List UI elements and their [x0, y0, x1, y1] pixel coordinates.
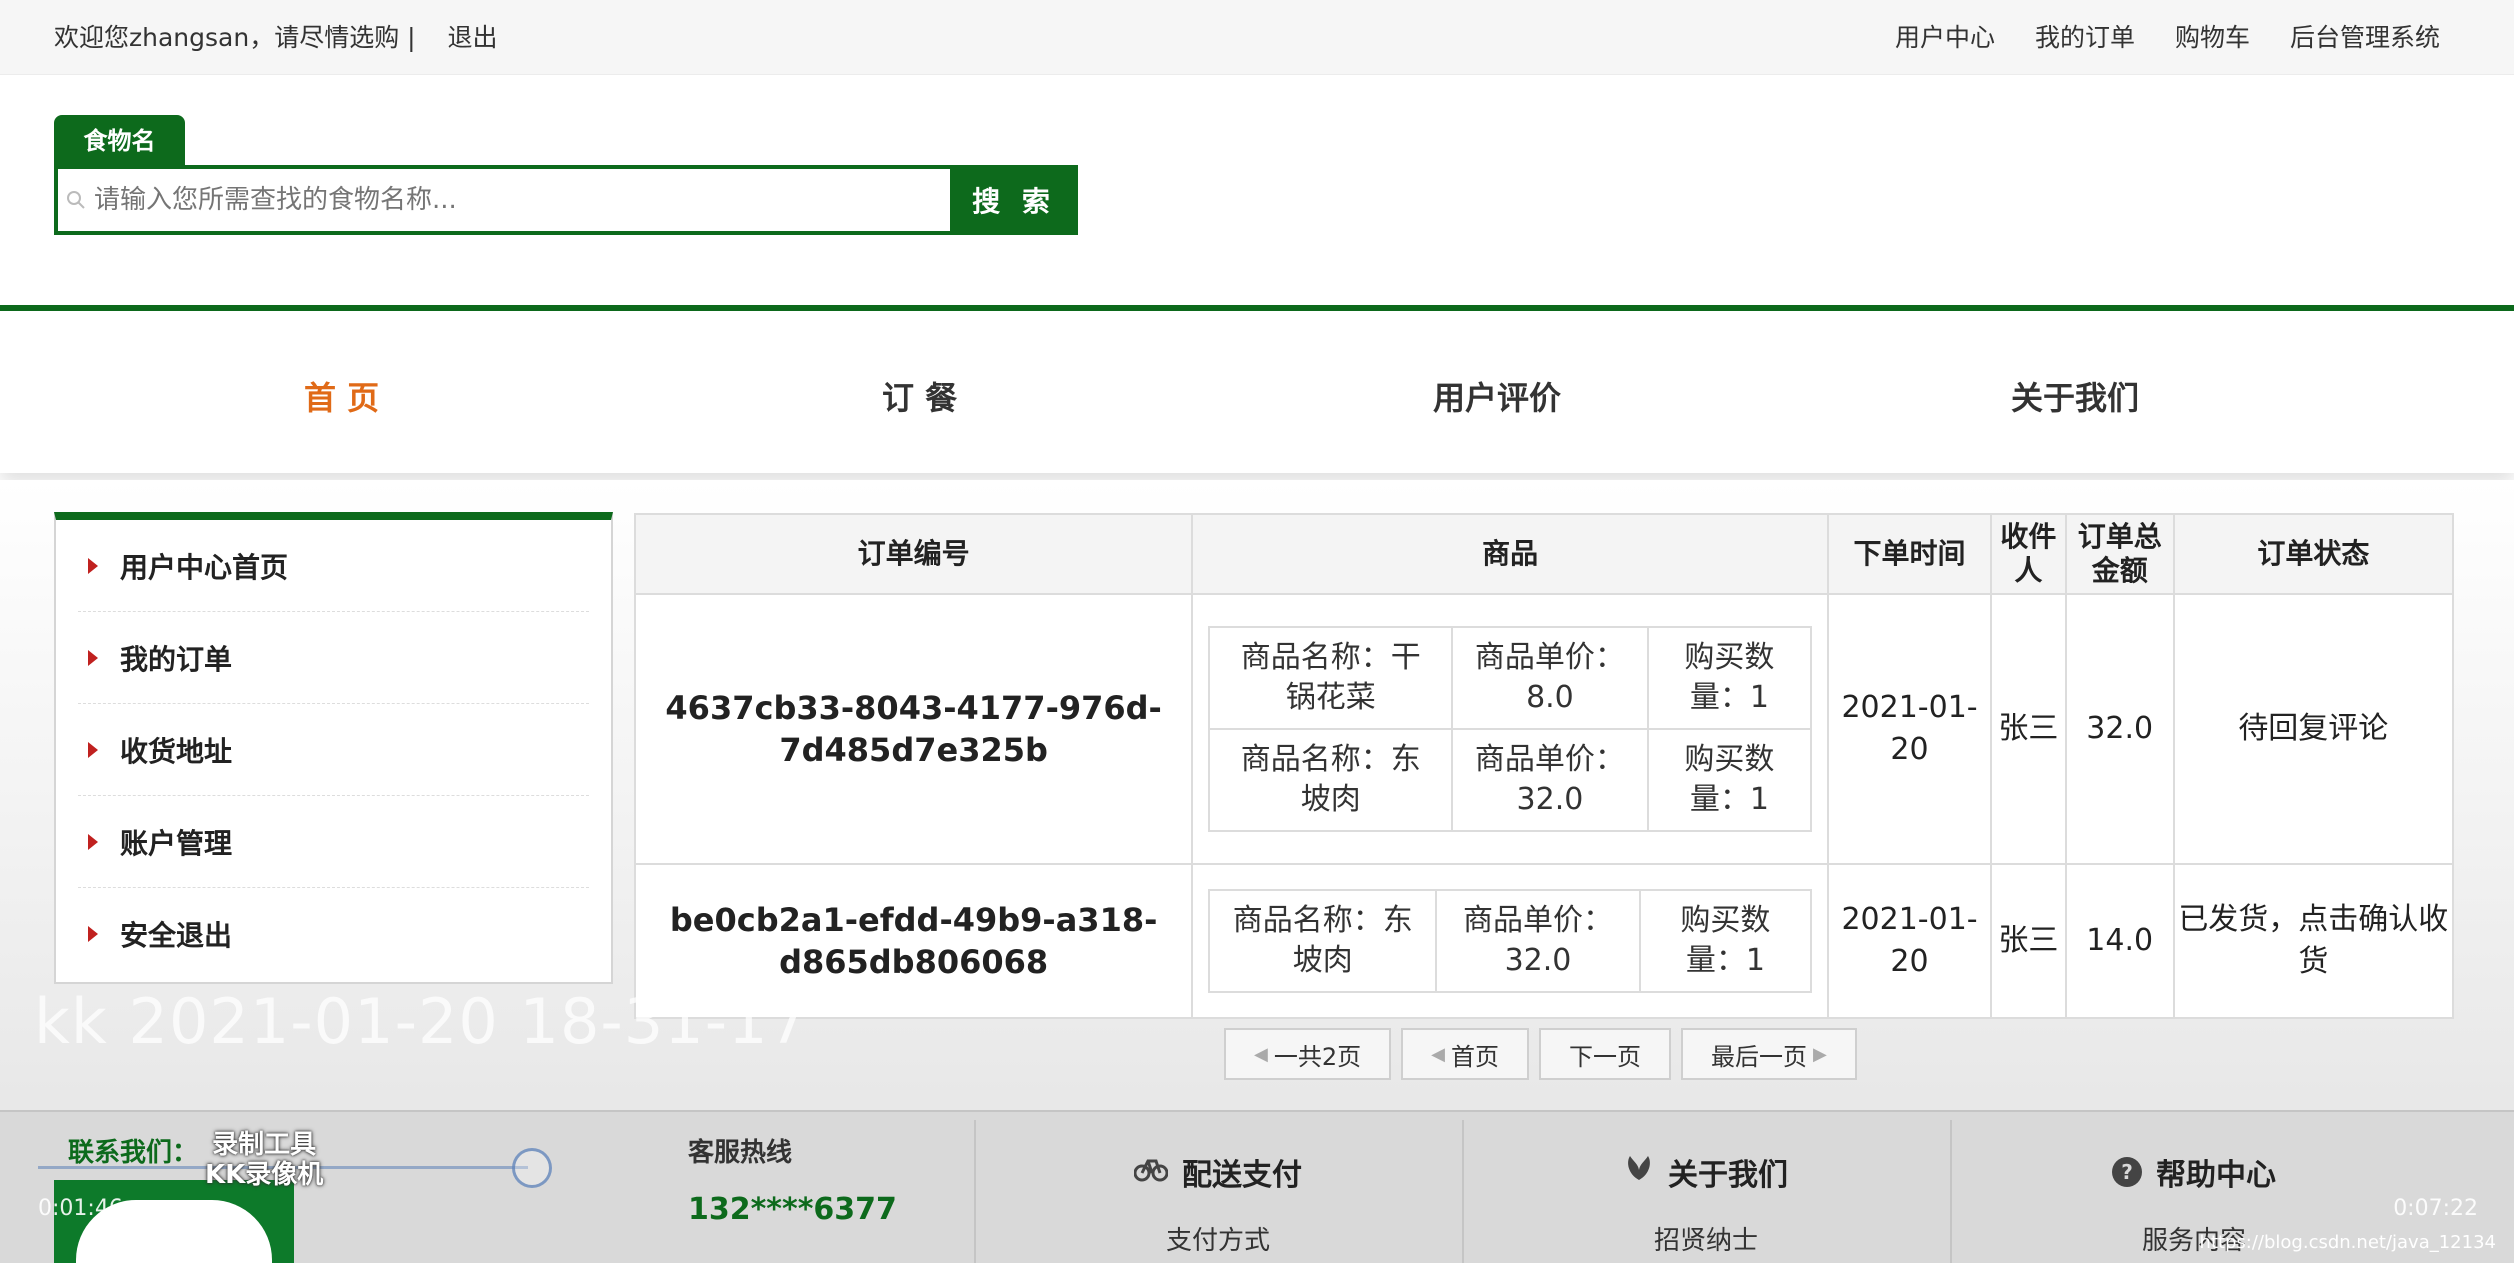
sidebar-item-my-orders[interactable]: 我的订单: [78, 612, 589, 704]
recording-timestamp-watermark: kk 2021-01-20 18-31-17: [34, 985, 809, 1058]
table-row: be0cb2a1-efdd-49b9-a318-d865db806068 商品名…: [633, 863, 2455, 1019]
bullet-triangle-icon: [88, 833, 98, 850]
order-status-confirm[interactable]: 已发货，点击确认收货: [2172, 863, 2455, 1019]
welcome-text: 欢迎您zhangsan，请尽情选购 |: [54, 23, 416, 52]
bullet-triangle-icon: [88, 926, 98, 942]
search-icon: [58, 169, 94, 231]
footer-col-title: 配送支付: [1182, 1158, 1302, 1193]
first-page-button[interactable]: ◀ 首页: [1401, 1028, 1529, 1080]
goods-row: 商品名称：干锅花菜 商品单价：8.0 购买数量：1: [1208, 626, 1813, 730]
sidebar-item-user-center-home[interactable]: 用户中心首页: [78, 520, 589, 612]
nav-user-reviews[interactable]: 用户评价: [1433, 373, 1561, 419]
payment-method-link[interactable]: 支付方式: [976, 1220, 1460, 1257]
question-icon: ?: [2112, 1157, 2142, 1187]
nav-home[interactable]: 首 页: [304, 373, 379, 419]
next-page-button[interactable]: 下一页: [1538, 1028, 1671, 1080]
goods-qty: 购买数量：1: [1646, 728, 1813, 832]
page-total: ◀ 一共2页: [1224, 1028, 1392, 1080]
header-order-id: 订单编号: [633, 513, 1194, 595]
top-links: 用户中心 我的订单 购物车 后台管理系统: [1895, 18, 2440, 54]
goods-name: 商品名称：东坡肉: [1208, 889, 1438, 993]
goods-row: 商品名称：东坡肉 商品单价：32.0 购买数量：1: [1208, 728, 1813, 832]
goods-qty: 购买数量：1: [1638, 889, 1813, 993]
order-receiver: 张三: [1989, 863, 2067, 1019]
goods-price: 商品单价：8.0: [1451, 626, 1649, 730]
goods-price: 商品单价：32.0: [1451, 728, 1649, 832]
goods-cell: 商品名称：干锅花菜 商品单价：8.0 购买数量：1 商品名称：东坡肉 商品单价：…: [1191, 593, 1830, 865]
recorder-logo: 录制工具 KK录像机: [205, 1130, 324, 1190]
my-orders-link[interactable]: 我的订单: [2035, 18, 2135, 54]
main-nav: 首 页 订 餐 用户评价 关于我们: [0, 311, 2514, 473]
hotline-label: 客服热线: [688, 1138, 793, 1168]
header-order-time: 下单时间: [1827, 513, 1992, 595]
header-goods: 商品: [1191, 513, 1830, 595]
order-time: 2021-01-20: [1827, 593, 1992, 865]
right-arrow-icon: ▶: [1812, 1043, 1827, 1065]
cart-link[interactable]: 购物车: [2175, 18, 2250, 54]
recorder-total-time: 0:07:22: [2393, 1196, 2478, 1221]
header-total: 订单总金额: [2064, 513, 2175, 595]
search-box: [54, 165, 954, 235]
bullet-triangle-icon: [88, 649, 98, 666]
goods-name: 商品名称：干锅花菜: [1208, 626, 1454, 730]
user-sidebar: 用户中心首页 我的订单 收货地址 账户管理 安全退出: [54, 512, 613, 984]
left-arrow-icon: ◀: [1431, 1043, 1445, 1065]
welcome-area: 欢迎您zhangsan，请尽情选购 | 退出: [54, 18, 504, 54]
goods-row: 商品名称：东坡肉 商品单价：32.0 购买数量：1: [1208, 889, 1813, 993]
contact-us-label: 联系我们：: [68, 1138, 199, 1168]
order-total: 14.0: [2064, 863, 2175, 1019]
sidebar-item-address[interactable]: 收货地址: [78, 704, 589, 796]
goods-name: 商品名称：东坡肉: [1208, 728, 1454, 832]
recorder-elapsed-time: 0:01:46: [38, 1196, 123, 1221]
header-receiver: 收件人: [1989, 513, 2067, 595]
leaf-icon: [1624, 1154, 1654, 1190]
nav-about-us[interactable]: 关于我们: [2011, 373, 2139, 419]
table-header-row: 订单编号 商品 下单时间 收件人 订单总金额 订单状态: [633, 513, 2455, 595]
blog-url-watermark: https://blog.csdn.net/java_12134: [2199, 1232, 2496, 1253]
bullet-triangle-icon: [88, 741, 98, 758]
orders-table: 订单编号 商品 下单时间 收件人 订单总金额 订单状态 4637cb33-804…: [633, 513, 2455, 1019]
sidebar-item-label: 我的订单: [120, 642, 233, 676]
search-tab-label: 食物名: [54, 115, 185, 165]
footer-col-title: 帮助中心: [2156, 1158, 2276, 1193]
table-row: 4637cb33-8043-4177-976d-7d485d7e325b 商品名…: [633, 593, 2455, 865]
order-status: 待回复评论: [2172, 593, 2455, 865]
footer: 联系我们： 客服热线 132****6377 配送支付 支付方式 关于我们 招贤…: [0, 1110, 2514, 1263]
goods-qty: 购买数量：1: [1646, 626, 1813, 730]
goods-cell: 商品名称：东坡肉 商品单价：32.0 购买数量：1: [1191, 863, 1830, 1019]
logout-link[interactable]: 退出: [448, 23, 498, 52]
sidebar-item-label: 账户管理: [120, 826, 233, 860]
sidebar-item-label: 用户中心首页: [120, 550, 289, 584]
search-button[interactable]: 搜 索: [950, 165, 1078, 235]
admin-link[interactable]: 后台管理系统: [2290, 18, 2440, 54]
pagination: ◀ 一共2页 ◀ 首页 下一页 最后一页 ▶: [1224, 1028, 1857, 1080]
order-id: 4637cb33-8043-4177-976d-7d485d7e325b: [633, 593, 1194, 865]
search-input[interactable]: [94, 185, 934, 215]
qr-code: [54, 1180, 294, 1263]
bicycle-icon: [1133, 1154, 1169, 1190]
footer-col-delivery: 配送支付 支付方式: [974, 1120, 1460, 1263]
bullet-triangle-icon: [88, 557, 98, 574]
sidebar-item-label: 收货地址: [120, 734, 233, 768]
order-time: 2021-01-20: [1827, 863, 1992, 1019]
hotline-phone: 132****6377: [688, 1192, 897, 1227]
order-total: 32.0: [2064, 593, 2175, 865]
recorder-progress-knob[interactable]: [512, 1148, 552, 1188]
left-arrow-icon: ◀: [1254, 1043, 1268, 1065]
sidebar-item-label: 安全退出: [120, 919, 233, 952]
user-center-link[interactable]: 用户中心: [1895, 18, 1995, 54]
goods-table: 商品名称：干锅花菜 商品单价：8.0 购买数量：1 商品名称：东坡肉 商品单价：…: [1208, 626, 1813, 832]
goods-table: 商品名称：东坡肉 商品单价：32.0 购买数量：1: [1208, 889, 1813, 993]
sidebar-item-logout[interactable]: 安全退出: [78, 888, 589, 980]
last-page-button[interactable]: 最后一页 ▶: [1680, 1028, 1857, 1080]
sidebar-item-account[interactable]: 账户管理: [78, 796, 589, 888]
nav-order-food[interactable]: 订 餐: [882, 373, 957, 419]
goods-price: 商品单价：32.0: [1435, 889, 1641, 993]
top-bar: 欢迎您zhangsan，请尽情选购 | 退出 用户中心 我的订单 购物车 后台管…: [0, 0, 2514, 75]
recruitment-link[interactable]: 招贤纳士: [1464, 1220, 1948, 1257]
footer-col-about: 关于我们 招贤纳士: [1462, 1120, 1948, 1263]
footer-col-title: 关于我们: [1668, 1158, 1788, 1193]
order-receiver: 张三: [1989, 593, 2067, 865]
header-status: 订单状态: [2172, 513, 2455, 595]
